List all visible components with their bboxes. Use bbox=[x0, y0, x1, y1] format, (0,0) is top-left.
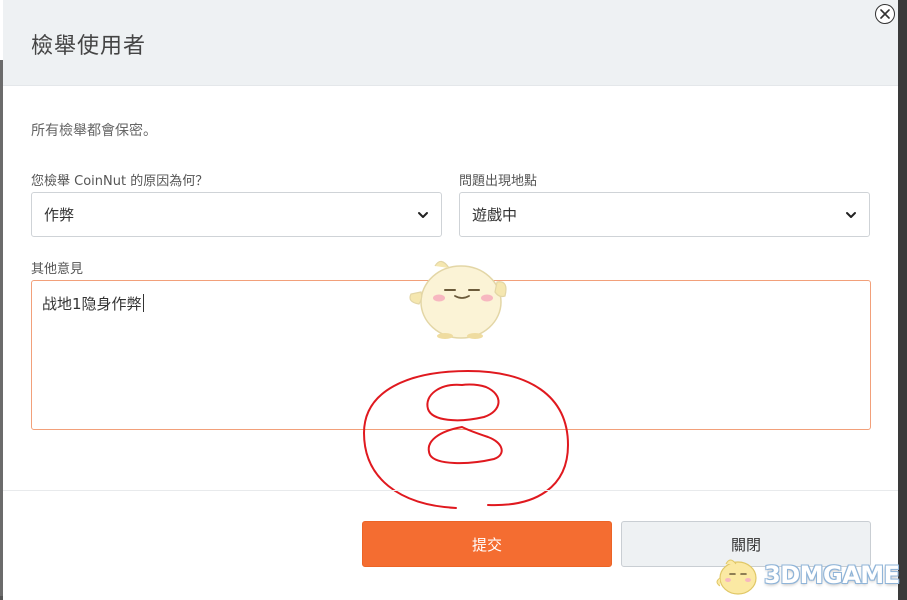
watermark-chick-icon bbox=[716, 559, 757, 595]
submit-button-label: 提交 bbox=[471, 535, 502, 554]
comments-label: 其他意見 bbox=[31, 262, 84, 277]
reason-selected-value: 作弊 bbox=[44, 206, 75, 224]
backdrop-edge-right bbox=[898, 0, 907, 600]
reason-label: 您檢舉 CoinNut 的原因為何？ bbox=[31, 174, 209, 189]
submit-button[interactable]: 提交 bbox=[362, 521, 612, 567]
mascot-chick-icon bbox=[409, 260, 507, 339]
chevron-down-icon bbox=[846, 211, 856, 218]
dialog-header: 檢舉使用者 bbox=[3, 0, 898, 86]
location-select[interactable]: 遊戲中 bbox=[459, 192, 870, 237]
dialog-title: 檢舉使用者 bbox=[31, 34, 147, 59]
reason-select[interactable]: 作弊 bbox=[31, 192, 442, 237]
chevron-down-icon bbox=[418, 211, 428, 218]
text-caret bbox=[142, 294, 144, 312]
watermark: 3DMGAME bbox=[712, 552, 902, 598]
watermark-text: 3DMGAME bbox=[764, 561, 900, 589]
location-selected-value: 遊戲中 bbox=[472, 206, 518, 224]
close-icon bbox=[880, 9, 890, 19]
page: 檢舉使用者 所有檢舉都會保密。 您檢舉 CoinNut 的原因為何？ 作弊 問題… bbox=[0, 0, 907, 600]
close-dialog-button[interactable] bbox=[875, 4, 895, 24]
location-label: 問題出現地點 bbox=[459, 174, 538, 189]
comments-text: 战地1隐身作弊 bbox=[42, 295, 142, 313]
footer-divider bbox=[3, 490, 898, 491]
report-user-dialog: 檢舉使用者 所有檢舉都會保密。 您檢舉 CoinNut 的原因為何？ 作弊 問題… bbox=[3, 0, 898, 600]
confidential-notice: 所有檢舉都會保密。 bbox=[31, 123, 157, 139]
